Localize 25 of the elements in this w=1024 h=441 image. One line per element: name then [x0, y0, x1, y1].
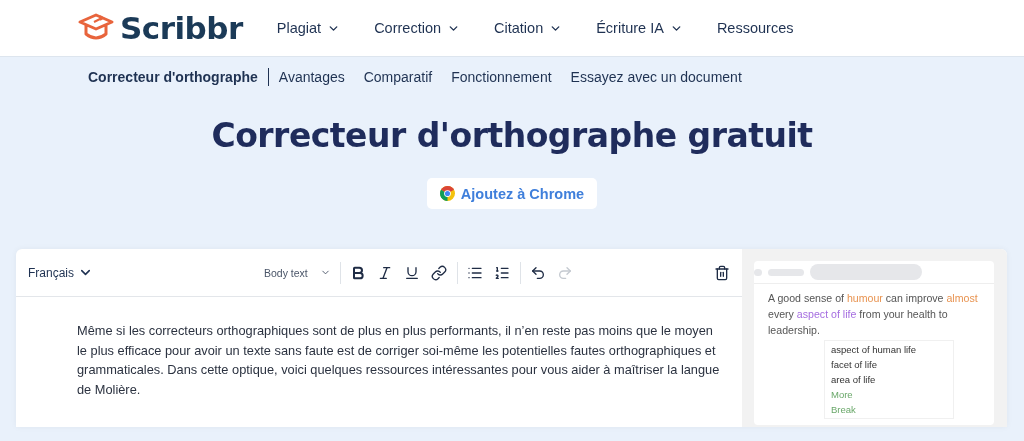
menu-item[interactable]: aspect of human life	[831, 342, 947, 357]
language-select[interactable]: Français	[28, 265, 93, 280]
trash-icon	[714, 264, 730, 281]
add-to-chrome-button[interactable]: Ajoutez à Chrome	[426, 178, 598, 209]
page-title: Correcteur d'orthographe gratuit	[210, 115, 814, 157]
section-link[interactable]: Essayez avec un document	[570, 68, 742, 86]
section-link[interactable]: Comparatif	[363, 68, 433, 86]
nav-link[interactable]: Citation	[494, 20, 563, 36]
menu-item[interactable]: area of life	[831, 372, 947, 387]
menu-item[interactable]: facet of life	[831, 357, 947, 372]
text-style-select[interactable]: Body text	[259, 266, 336, 279]
section-link[interactable]: Fonctionnement	[451, 68, 552, 86]
nav-link[interactable]: Correction	[374, 20, 461, 36]
nav-link[interactable]: Ressources	[716, 20, 794, 36]
placeholder-bar	[768, 268, 804, 276]
nav-link[interactable]: Plagiat	[276, 20, 341, 36]
section-link[interactable]: Correcteur d'orthographe	[88, 68, 269, 86]
section-link[interactable]: Avantages	[278, 68, 345, 86]
delete-button[interactable]	[714, 264, 730, 281]
nav-link[interactable]: Écriture IA	[596, 20, 683, 36]
chrome-icon	[439, 186, 455, 201]
demo-text: A good sense of humour can improve almost every aspect of life from your health to leadership.	[768, 291, 979, 338]
placeholder-bar	[754, 268, 762, 276]
logo-text[interactable]: Scribbr	[120, 10, 243, 46]
editor-text[interactable]: Même si les correcteurs orthographiques sont de plus en plus performants, il n’en reste pas moins que le moyen le plus efficace pour avoir un texte sans faute est de corriger soi-même les potentielles fautes orthographiques et grammaticales. Dans cette optique, voici quelques ressources intéressantes pour vous aider à maîtriser la langue de Molière.	[16, 297, 742, 399]
